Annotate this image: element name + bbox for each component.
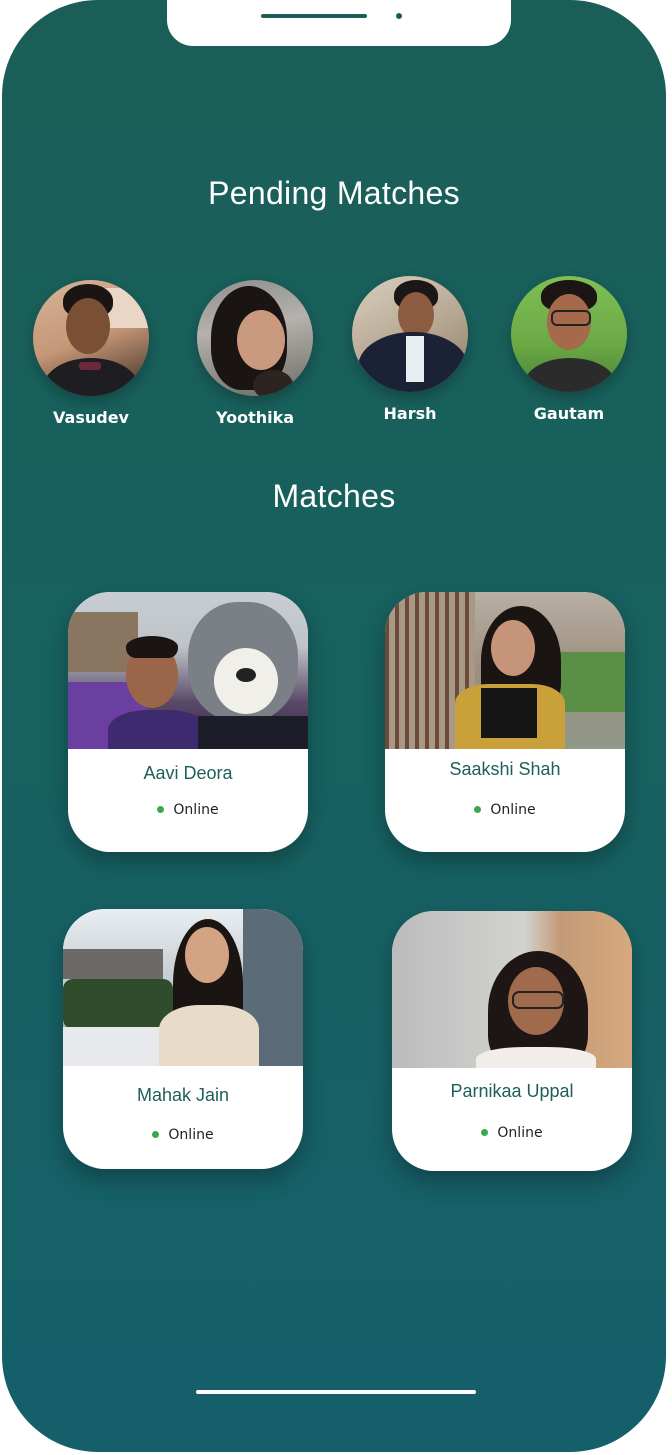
match-card-mahak-jain[interactable]: Mahak Jain Online [63,909,303,1169]
phone-screen: Pending Matches Vasudev Yoothika Harsh G… [2,0,666,1452]
pending-match-vasudev[interactable]: Vasudev [16,280,166,427]
profile-photo [392,911,632,1068]
status-online: Online [68,802,308,818]
online-dot-icon [157,805,165,813]
speaker-grille [261,14,367,18]
match-card-aavi-deora[interactable]: Aavi Deora Online [68,592,308,852]
pending-matches-title: Pending Matches [208,175,460,211]
match-card-saakshi-shah[interactable]: Saakshi Shah Online [385,592,625,852]
profile-photo [385,592,625,749]
online-dot-icon [481,1128,489,1136]
pending-match-gautam[interactable]: Gautam [494,276,644,423]
match-name: Saakshi Shah [449,759,561,779]
pending-name: Yoothika [215,408,295,427]
status-online: Online [385,802,625,818]
pending-match-yoothika[interactable]: Yoothika [180,280,330,427]
match-card-parnikaa-uppal[interactable]: Parnikaa Uppal Online [392,911,632,1171]
status-online: Online [392,1125,632,1141]
profile-photo [68,592,308,749]
status-label: Online [497,1125,543,1141]
avatar [197,280,313,396]
status-label: Online [168,1127,214,1143]
profile-photo [63,909,303,1066]
online-dot-icon [152,1130,160,1138]
device-notch [167,0,511,46]
pending-match-harsh[interactable]: Harsh [335,276,485,423]
avatar [511,276,627,392]
front-camera [396,13,402,19]
pending-name: Vasudev [53,408,129,427]
pending-name: Gautam [533,404,605,423]
status-label: Online [173,802,219,818]
avatar [33,280,149,396]
avatar [352,276,468,392]
status-online: Online [63,1127,303,1143]
online-dot-icon [474,805,482,813]
home-indicator[interactable] [196,1390,476,1394]
match-name: Aavi Deora [143,763,233,783]
matches-title: Matches [272,478,396,514]
pending-name: Harsh [383,404,437,423]
match-name: Mahak Jain [136,1085,230,1105]
status-label: Online [490,802,536,818]
match-name: Parnikaa Uppal [450,1081,574,1101]
